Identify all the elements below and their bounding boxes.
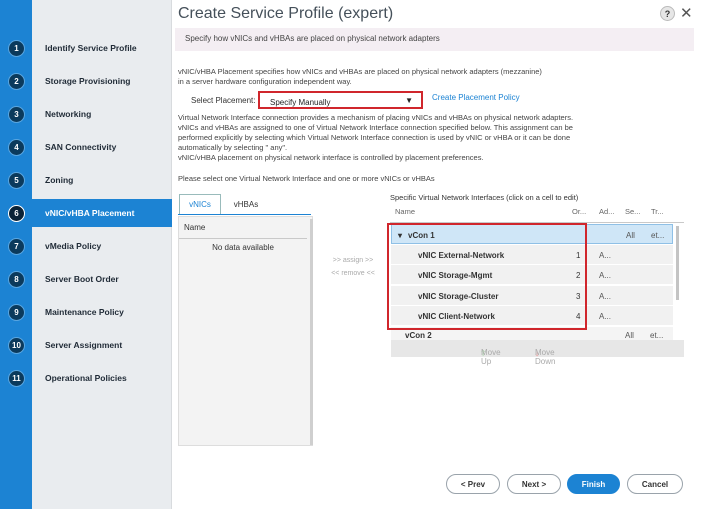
move-toolbar: 🡑 Move Up 🡓 Move Down xyxy=(391,340,684,366)
step-operational-policies[interactable]: 11 Operational Policies xyxy=(0,364,172,392)
create-placement-policy-link[interactable]: Create Placement Policy xyxy=(432,93,520,102)
column-header-transport[interactable]: Tr... xyxy=(651,207,671,221)
finish-button[interactable]: Finish xyxy=(567,474,620,494)
info-text: automatically by selecting " any". xyxy=(178,143,288,152)
step-number: 1 xyxy=(8,39,25,57)
step-number: 8 xyxy=(8,270,25,288)
move-up-label: Move Up xyxy=(481,348,501,366)
assign-button[interactable]: >> assign >> xyxy=(318,257,388,264)
move-down-label: Move Down xyxy=(535,348,556,366)
step-label: Server Boot Order xyxy=(45,274,119,284)
column-header-admin[interactable]: Ad... xyxy=(599,207,619,221)
step-label: Networking xyxy=(45,109,92,119)
step-number: 9 xyxy=(8,303,25,321)
row-transport: et... xyxy=(650,331,664,340)
placement-select-value: Specify Manually xyxy=(270,98,331,107)
empty-message: No data available xyxy=(212,243,274,252)
step-label: Identify Service Profile xyxy=(45,43,137,53)
row-admin: A... xyxy=(599,312,612,321)
step-label: Zoning xyxy=(45,175,74,185)
vni-table-title: Specific Virtual Network Interfaces (cli… xyxy=(390,193,579,202)
step-number: 7 xyxy=(8,237,25,255)
scrollbar[interactable] xyxy=(310,219,313,445)
step-label: Maintenance Policy xyxy=(45,307,124,317)
step-storage-provisioning[interactable]: 2 Storage Provisioning xyxy=(0,67,172,95)
step-label: Storage Provisioning xyxy=(45,76,131,86)
next-button[interactable]: Next > xyxy=(507,474,561,494)
remove-button[interactable]: << remove << xyxy=(318,270,388,277)
step-identify-service-profile[interactable]: 1 Identify Service Profile xyxy=(0,34,172,62)
row-selection: All xyxy=(625,331,634,340)
intro-text: vNIC/vHBA Placement specifies how vNICs … xyxy=(178,67,542,76)
tab-underline xyxy=(178,214,311,215)
tab-vhbas[interactable]: vHBAs xyxy=(225,194,267,214)
step-label: vMedia Policy xyxy=(45,241,102,251)
select-placement-label: Select Placement: xyxy=(191,96,256,105)
step-number: 2 xyxy=(8,72,25,90)
row-admin: A... xyxy=(599,271,612,280)
column-header-order[interactable]: Or... xyxy=(572,207,592,221)
step-zoning[interactable]: 5 Zoning xyxy=(0,166,172,194)
header-divider xyxy=(179,238,307,239)
step-number: 6 xyxy=(8,204,25,222)
step-number: 5 xyxy=(8,171,25,189)
highlight-box xyxy=(387,223,587,330)
placement-select[interactable]: Specify Manually ▼ xyxy=(258,91,423,109)
tab-vnics[interactable]: vNICs xyxy=(179,194,221,214)
cancel-button[interactable]: Cancel xyxy=(627,474,683,494)
info-text: performed explicitly by selecting which … xyxy=(178,133,571,142)
step-number: 3 xyxy=(8,105,25,123)
step-vmedia-policy[interactable]: 7 vMedia Policy xyxy=(0,232,172,260)
info-text: vNICs and vHBAs are assigned to one of V… xyxy=(178,123,573,132)
step-subtitle: Specify how vNICs and vHBAs are placed o… xyxy=(175,28,694,51)
step-label: Server Assignment xyxy=(45,340,123,350)
prev-button[interactable]: < Prev xyxy=(446,474,500,494)
step-number: 11 xyxy=(8,369,25,387)
step-label: SAN Connectivity xyxy=(45,142,117,152)
dropdown-arrow-icon: ▼ xyxy=(405,96,413,105)
row-selection: All xyxy=(626,231,635,240)
row-name: vCon 2 xyxy=(405,331,432,340)
instruction-text: Please select one Virtual Network Interf… xyxy=(178,174,435,183)
help-icon[interactable]: ? xyxy=(660,6,675,21)
step-maintenance-policy[interactable]: 9 Maintenance Policy xyxy=(0,298,172,326)
column-header-selection[interactable]: Se... xyxy=(625,207,645,221)
row-admin: A... xyxy=(599,292,612,301)
intro-text: in a server hardware configuration indep… xyxy=(178,77,352,86)
step-number: 4 xyxy=(8,138,25,156)
step-server-assignment[interactable]: 10 Server Assignment xyxy=(0,331,172,359)
scrollbar[interactable] xyxy=(676,226,679,300)
step-san-connectivity[interactable]: 4 SAN Connectivity xyxy=(0,133,172,161)
step-vnic-vhba-placement[interactable]: 6 vNIC/vHBA Placement xyxy=(0,199,172,227)
column-header-name[interactable]: Name xyxy=(184,223,205,232)
step-number: 10 xyxy=(8,336,25,354)
close-icon[interactable]: ✕ xyxy=(680,4,693,22)
column-header-name[interactable]: Name xyxy=(395,207,455,221)
row-transport: et... xyxy=(651,231,665,240)
info-text: vNIC/vHBA placement on physical network … xyxy=(178,153,484,162)
step-label: Operational Policies xyxy=(45,373,127,383)
dialog-title: Create Service Profile (expert) xyxy=(178,5,394,22)
step-label: vNIC/vHBA Placement xyxy=(45,208,135,218)
info-text: Virtual Network Interface connection pro… xyxy=(178,113,574,122)
row-admin: A... xyxy=(599,251,612,260)
vnics-table: Name No data available xyxy=(178,216,313,446)
step-server-boot-order[interactable]: 8 Server Boot Order xyxy=(0,265,172,293)
step-networking[interactable]: 3 Networking xyxy=(0,100,172,128)
